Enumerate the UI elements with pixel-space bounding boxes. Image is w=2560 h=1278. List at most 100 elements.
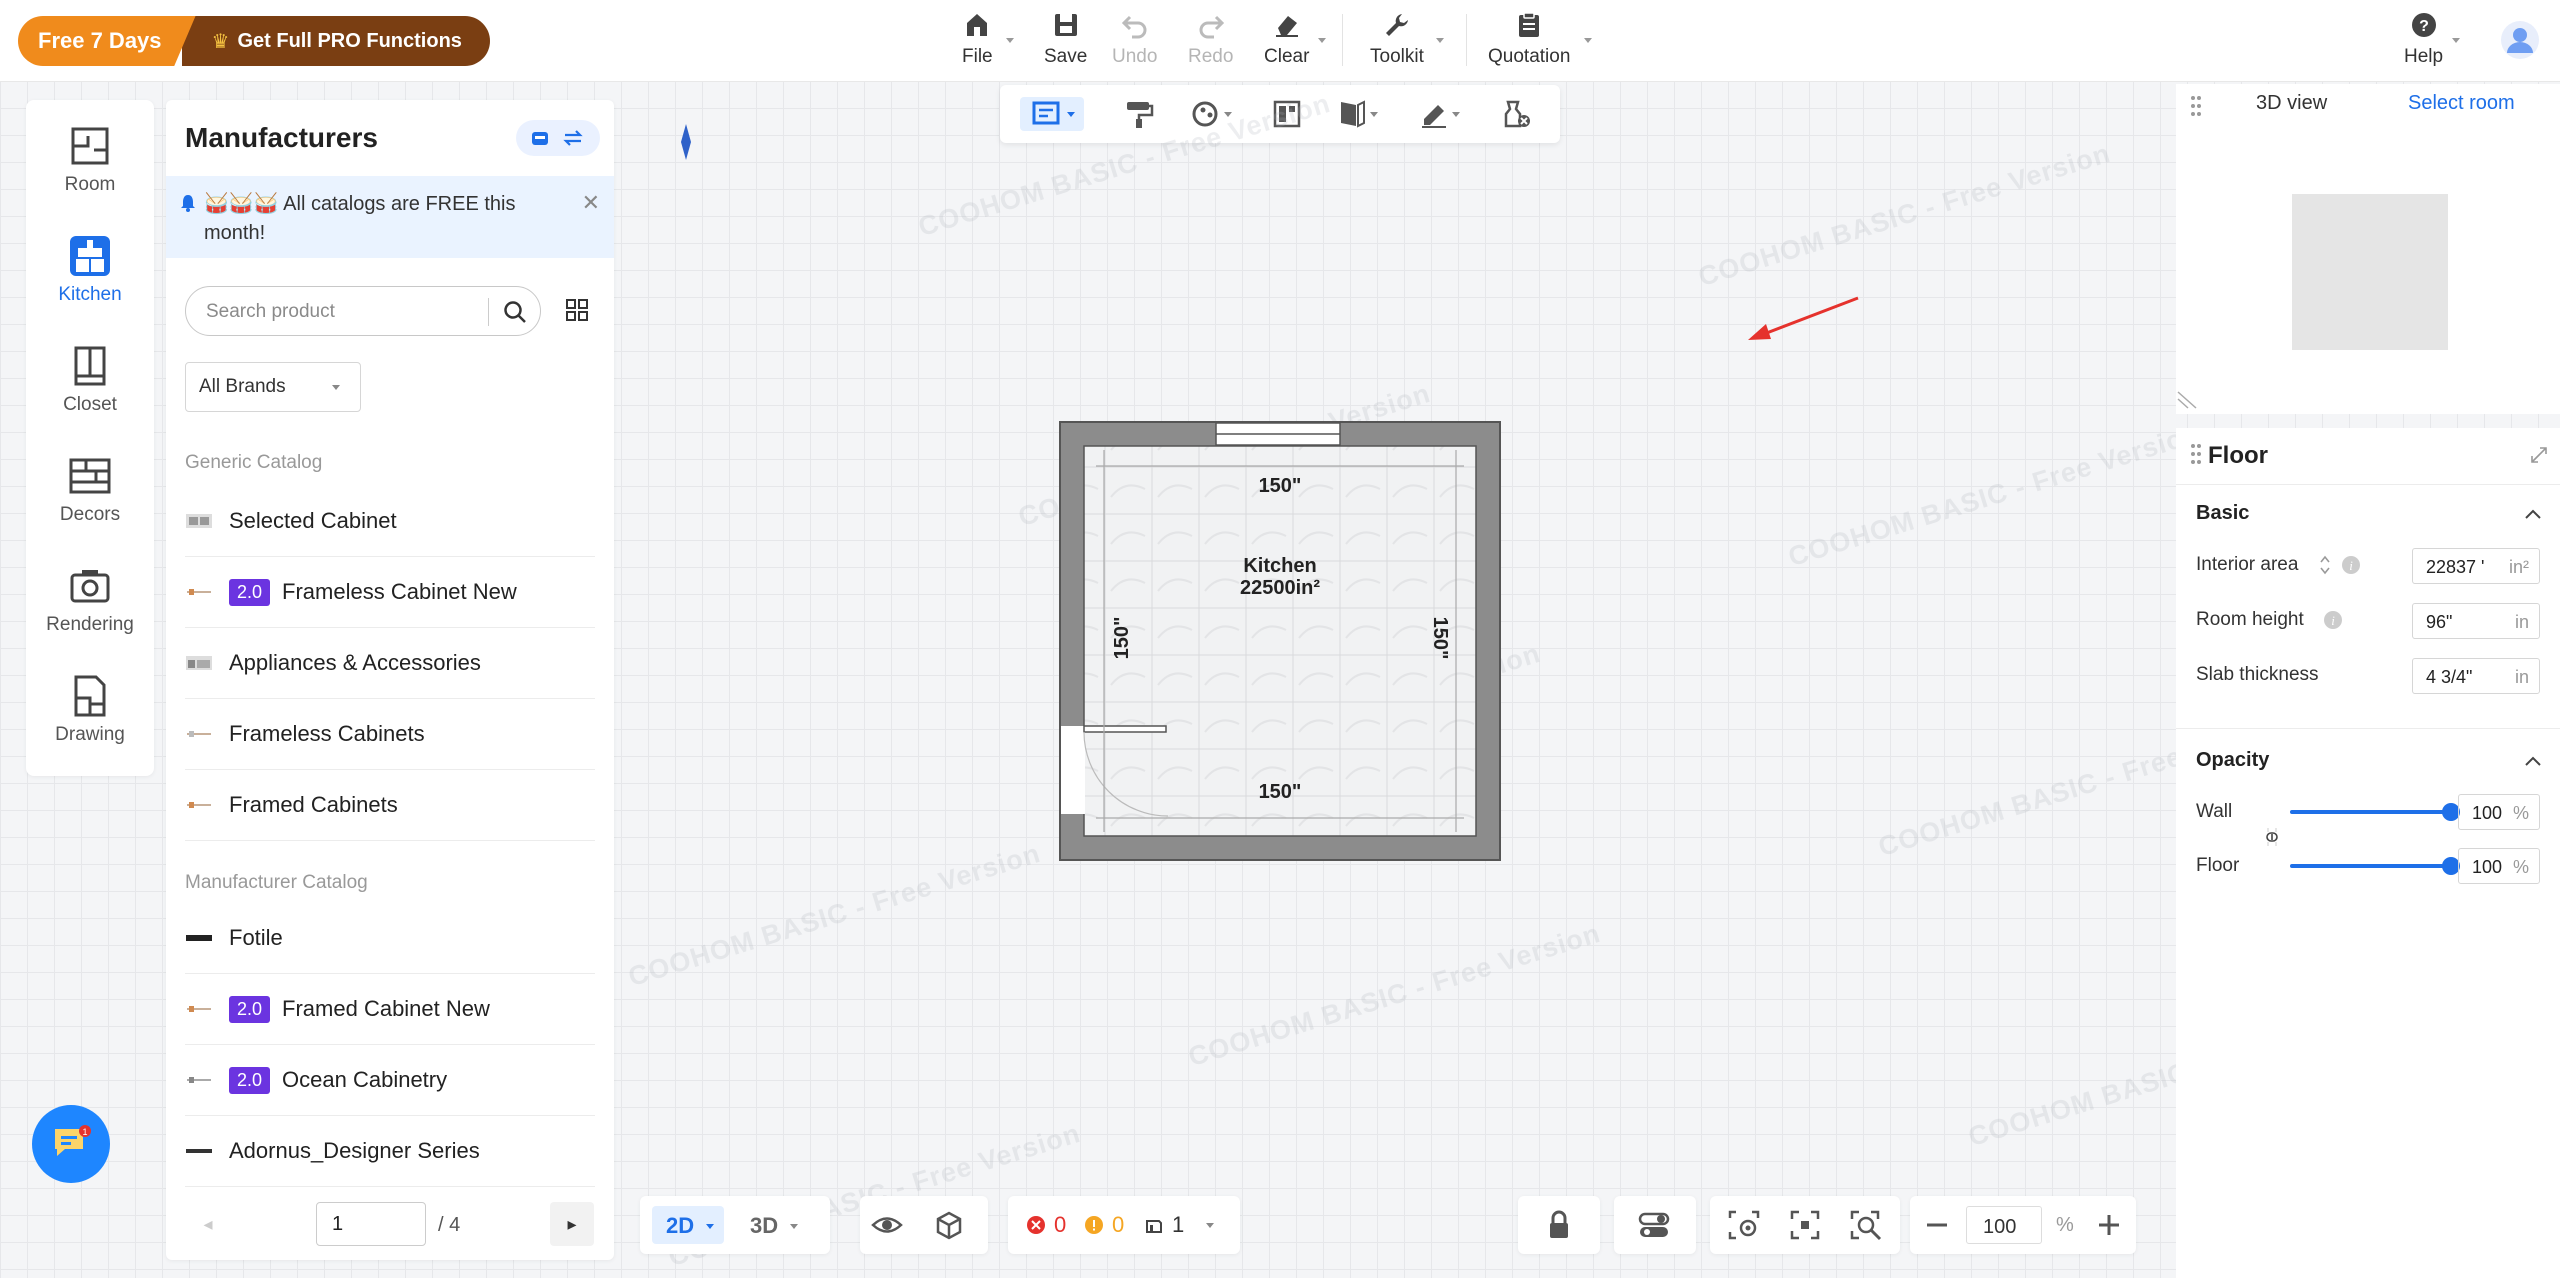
promo-banner[interactable]: Free 7 Days ♛ Get Full PRO Functions [18, 16, 490, 66]
link-icon[interactable] [2264, 823, 2280, 851]
nav-drawing[interactable]: Drawing [26, 674, 154, 746]
dim-right-label: 150" [1429, 617, 1451, 660]
quotation-dropdown-caret[interactable] [1584, 38, 1592, 43]
expand-icon[interactable] [2530, 446, 2548, 464]
redo-button[interactable]: Redo [1188, 10, 1233, 68]
chevron-up-icon[interactable] [2524, 508, 2542, 520]
chevron-up-icon[interactable] [2524, 755, 2542, 767]
clear-dropdown-caret[interactable] [1318, 38, 1326, 43]
zoom-region-icon[interactable] [1848, 1208, 1884, 1242]
unit-label: in [2514, 612, 2529, 632]
level-count-value: 1 [1172, 1212, 1185, 1237]
room-height-field[interactable]: 96" in [2412, 603, 2540, 639]
nav-room[interactable]: Room [26, 124, 154, 196]
undo-button[interactable]: Undo [1112, 10, 1157, 68]
view-2d-button[interactable]: 2D [652, 1206, 724, 1244]
paint-roller-icon [1127, 102, 1154, 128]
grid-view-icon[interactable] [564, 297, 590, 323]
eye-icon[interactable] [870, 1208, 904, 1242]
clear-button[interactable]: Clear [1264, 10, 1309, 68]
sort-icon[interactable] [2318, 554, 2332, 576]
catalog-item[interactable]: Appliances & Accessories [185, 628, 595, 699]
next-page-button[interactable]: ▸ [550, 1202, 594, 1246]
catalog-item[interactable]: Framed Cabinets [185, 770, 595, 841]
page-number-input[interactable]: 1 [316, 1202, 426, 1246]
info-icon[interactable]: i [2322, 609, 2344, 631]
draw-wall-tool[interactable] [1020, 97, 1084, 131]
chat-support-button[interactable]: 1 [32, 1105, 110, 1183]
room-height-label: Room height [2196, 609, 2304, 630]
floor-opacity-slider[interactable] [2290, 857, 2460, 875]
nav-kitchen[interactable]: Kitchen [26, 234, 154, 306]
search-input[interactable] [206, 299, 476, 325]
vase-remove-icon [1504, 100, 1530, 128]
dim-bottom-label: 150" [1259, 781, 1302, 803]
help-button[interactable]: ? Help [2404, 10, 2443, 68]
nav-closet-label: Closet [63, 394, 117, 415]
free-catalog-notice: 🥁🥁🥁 All catalogs are FREE this month! ✕ [166, 176, 614, 258]
catalog-switch-button[interactable] [516, 120, 600, 156]
search-icon[interactable] [502, 299, 528, 325]
paint-roller-tool[interactable] [1122, 97, 1156, 131]
file-button[interactable]: File [962, 10, 993, 68]
toolkit-button[interactable]: Toolkit [1370, 10, 1424, 68]
fit-screen-icon[interactable] [1788, 1208, 1822, 1242]
catalog-item-label: Appliances & Accessories [229, 650, 481, 675]
free-trial-label[interactable]: Free 7 Days [18, 16, 196, 66]
help-dropdown-caret[interactable] [2452, 38, 2460, 43]
save-button[interactable]: Save [1044, 10, 1087, 68]
error-count[interactable]: 0 [1026, 1212, 1066, 1238]
get-pro-button[interactable]: ♛ Get Full PRO Functions [181, 16, 490, 66]
catalog-item[interactable]: 2.0 Ocean Cabinetry [185, 1045, 595, 1116]
user-avatar[interactable] [2500, 20, 2540, 60]
catalog-item[interactable]: 2.0 Frameless Cabinet New [185, 557, 595, 628]
catalog-item[interactable]: Frameless Cabinets [185, 699, 595, 770]
reset-view-icon[interactable] [1726, 1208, 1762, 1242]
zoom-in-icon[interactable] [2096, 1212, 2122, 1238]
catalog-item[interactable]: Adornus_Designer Series [185, 1116, 595, 1187]
slab-thickness-value: 4 3/4" [2426, 667, 2473, 687]
resize-corner-icon[interactable] [2176, 390, 2200, 410]
view-3d-button[interactable]: 3D [738, 1206, 810, 1244]
svg-text:1: 1 [82, 1127, 87, 1137]
measure-tool[interactable] [1418, 97, 1460, 131]
wall-opacity-field[interactable]: 100 % [2458, 794, 2540, 830]
drag-handle-icon[interactable] [2190, 94, 2202, 118]
tab-select-room[interactable]: Select room [2408, 92, 2515, 115]
nav-decors[interactable]: Decors [26, 454, 154, 526]
file-dropdown-caret[interactable] [1006, 38, 1014, 43]
quotation-button[interactable]: Quotation [1488, 10, 1570, 68]
file-label: File [962, 46, 993, 67]
level-selector[interactable]: 1 [1144, 1212, 1215, 1238]
brand-filter-select[interactable]: All Brands [185, 362, 361, 412]
tab-3d-view[interactable]: 3D view [2256, 92, 2327, 115]
cube-view-icon[interactable] [932, 1208, 966, 1242]
catalog-item[interactable]: Selected Cabinet [185, 486, 595, 557]
zoom-input[interactable]: 100 [1966, 1206, 2042, 1244]
door-window-tool[interactable] [1336, 97, 1378, 131]
floor-plan[interactable]: 150" 150" 150" 150" Kitchen 22500in² [1058, 420, 1502, 862]
interior-area-field[interactable]: 22837 ' in² [2412, 548, 2540, 584]
toggle-settings-icon[interactable] [1636, 1208, 1672, 1242]
clear-furniture-tool[interactable] [1500, 97, 1534, 131]
info-icon[interactable]: i [2340, 554, 2362, 576]
nav-rendering[interactable]: Rendering [26, 564, 154, 636]
top-toolbar: Free 7 Days ♛ Get Full PRO Functions Fil… [0, 0, 2560, 82]
catalog-title: Manufacturers [185, 122, 378, 153]
display-bar [860, 1196, 988, 1254]
catalog-item[interactable]: 2.0 Framed Cabinet New [185, 974, 595, 1045]
save-label: Save [1044, 46, 1088, 67]
warning-count[interactable]: 0 [1084, 1212, 1124, 1238]
floor-opacity-field[interactable]: 100 % [2458, 848, 2540, 884]
lock-icon[interactable] [1542, 1208, 1576, 1242]
toolkit-dropdown-caret[interactable] [1436, 38, 1444, 43]
wall-opacity-slider[interactable] [2290, 803, 2460, 821]
slab-thickness-field[interactable]: 4 3/4" in [2412, 658, 2540, 694]
prev-page-button[interactable]: ◂ [186, 1202, 230, 1246]
close-icon[interactable]: ✕ [582, 190, 600, 216]
nav-closet[interactable]: Closet [26, 344, 154, 416]
view-2d-label: 2D [666, 1213, 695, 1238]
catalog-item[interactable]: Fotile [185, 903, 595, 974]
drag-handle-icon[interactable] [2190, 442, 2202, 466]
zoom-out-icon[interactable] [1924, 1212, 1950, 1238]
